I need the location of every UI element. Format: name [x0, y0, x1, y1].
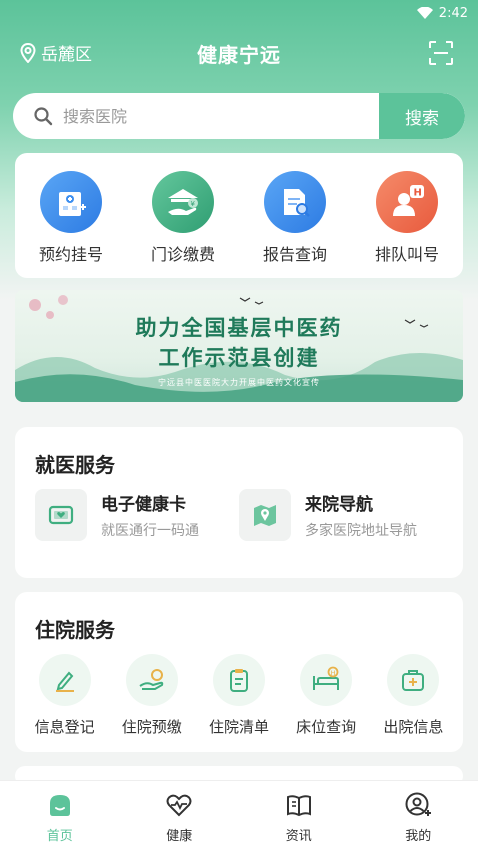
prepay-icon — [125, 654, 178, 706]
hospital-item-label: 住院清单 — [208, 718, 269, 736]
quick-action-queue[interactable]: H 排队叫号 — [357, 171, 457, 278]
hospital-item-discharge[interactable]: 出院信息 — [373, 654, 453, 737]
quick-action-label: 排队叫号 — [374, 245, 439, 264]
quick-action-label: 报告查询 — [262, 245, 327, 264]
search-input[interactable] — [53, 93, 379, 139]
banner-title-line1: 助力全国基层中医药 — [135, 315, 343, 340]
quick-action-label: 门诊缴费 — [150, 245, 215, 264]
hospital-item-label: 出院信息 — [383, 718, 444, 736]
hospital-services-grid: 信息登记 住院预缴 住院清单 H 床位查询 出院信息 — [15, 654, 463, 737]
clipboard-icon — [212, 654, 265, 706]
svg-text:H: H — [331, 669, 336, 677]
hospital-item-prepay[interactable]: 住院预缴 — [112, 654, 192, 737]
book-icon — [286, 795, 311, 817]
hospital-services-title: 住院服务 — [35, 618, 115, 642]
scan-icon[interactable] — [428, 40, 454, 66]
report-search-icon — [264, 171, 326, 233]
service-navigation[interactable]: 来院导航 多家医院地址导航 — [239, 489, 417, 541]
hospital-icon — [40, 171, 102, 233]
quick-action-report[interactable]: 报告查询 — [245, 171, 345, 278]
map-nav-icon — [239, 489, 291, 541]
svg-text:H: H — [414, 188, 422, 199]
status-bar: 2:42 — [0, 0, 478, 26]
app-header: 岳麓区 健康宁远 — [0, 30, 478, 76]
pencil-icon — [38, 654, 91, 706]
payment-icon: ¥ — [152, 171, 214, 233]
home-icon — [49, 795, 70, 816]
bottom-tab-bar: 首页 健康 资讯 我的 — [0, 780, 478, 850]
banner-title-line2: 工作示范县创建 — [158, 345, 320, 370]
hospital-item-label: 床位查询 — [296, 718, 357, 736]
hospital-services-card: 住院服务 信息登记 住院预缴 住院清单 H 床位查询 出院信息 — [15, 592, 463, 752]
location-selector[interactable]: 岳麓区 — [20, 40, 92, 65]
service-desc: 就医通行一码通 — [101, 523, 199, 539]
search-bar: 搜索 — [13, 93, 465, 139]
hospital-item-label: 信息登记 — [34, 718, 95, 736]
user-icon — [405, 792, 432, 816]
service-desc: 多家医院地址导航 — [305, 523, 417, 539]
heart-pulse-icon — [166, 794, 192, 817]
location-label: 岳麓区 — [41, 45, 92, 65]
tab-label: 健康 — [166, 829, 193, 844]
hospital-item-registration[interactable]: 信息登记 — [25, 654, 105, 737]
hospital-item-label: 住院预缴 — [121, 718, 182, 736]
search-button[interactable]: 搜索 — [379, 93, 465, 139]
hospital-item-bed[interactable]: H 床位查询 — [286, 654, 366, 737]
quick-action-payment[interactable]: ¥ 门诊缴费 — [133, 171, 233, 278]
hospital-item-bill[interactable]: 住院清单 — [199, 654, 279, 737]
medical-services-card: 就医服务 电子健康卡 就医通行一码通 来院导航 多家医院地址导航 — [15, 427, 463, 578]
service-name: 来院导航 — [305, 495, 373, 515]
tab-health[interactable]: 健康 — [139, 791, 219, 844]
quick-action-label: 预约挂号 — [38, 245, 103, 264]
health-card-icon — [35, 489, 87, 541]
tab-label: 资讯 — [285, 829, 312, 844]
banner-caption: 宁远县中医医院大力开展中医药文化宣传 — [158, 378, 320, 387]
location-pin-icon — [20, 42, 36, 63]
svg-text:¥: ¥ — [191, 200, 196, 208]
quick-actions: 预约挂号 ¥ 门诊缴费 报告查询 H 排队叫号 — [15, 153, 463, 278]
queue-icon: H — [376, 171, 438, 233]
tab-profile[interactable]: 我的 — [378, 791, 458, 844]
bed-icon: H — [300, 654, 353, 706]
service-health-card[interactable]: 电子健康卡 就医通行一码通 — [35, 489, 199, 541]
status-time: 2:42 — [438, 5, 468, 21]
tab-news[interactable]: 资讯 — [259, 791, 339, 844]
medical-services-title: 就医服务 — [35, 453, 115, 477]
tab-label: 首页 — [46, 829, 73, 844]
promo-banner[interactable]: 助力全国基层中医药 工作示范县创建 宁远县中医医院大力开展中医药文化宣传 — [15, 290, 463, 402]
tab-home[interactable]: 首页 — [20, 791, 100, 844]
search-icon — [34, 107, 53, 126]
wifi-icon — [416, 7, 433, 19]
quick-action-appointment[interactable]: 预约挂号 — [21, 171, 121, 278]
service-name: 电子健康卡 — [101, 495, 186, 515]
page-title: 健康宁远 — [197, 42, 281, 67]
tab-label: 我的 — [405, 829, 432, 844]
medkit-icon — [387, 654, 440, 706]
